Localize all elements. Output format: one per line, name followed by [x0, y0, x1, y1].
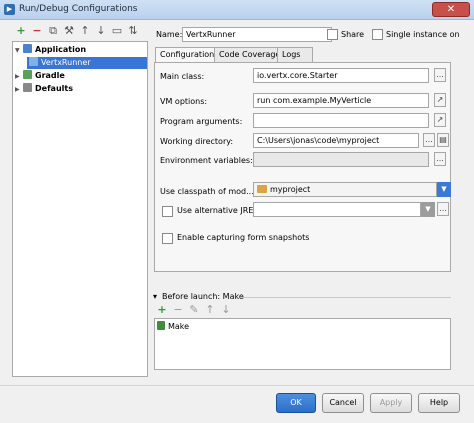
- before-launch-separator: [240, 297, 451, 298]
- close-window-button[interactable]: ✕: [432, 2, 470, 17]
- working-directory-input[interactable]: C:\Users\jonas\code\myproject: [253, 133, 419, 148]
- tab-code-coverage[interactable]: Code Coverage: [214, 47, 286, 63]
- add-config-button[interactable]: +: [14, 24, 28, 38]
- expand-icon[interactable]: ▶: [15, 84, 23, 96]
- classpath-dropdown-icon[interactable]: ▼: [437, 182, 451, 197]
- title-bar: ▶ Run/Debug Configurations: [0, 0, 474, 20]
- share-checkbox[interactable]: [327, 29, 338, 40]
- form-snapshots-checkbox[interactable]: [162, 233, 173, 244]
- tab-logs[interactable]: Logs: [277, 47, 313, 63]
- before-launch-remove-button[interactable]: −: [171, 303, 185, 317]
- make-icon: [157, 321, 165, 330]
- before-launch-title: Before launch: Make: [162, 292, 244, 301]
- run-config-icon: [29, 57, 38, 66]
- tree-item-vertxrunner[interactable]: VertxRunner: [27, 57, 147, 69]
- before-launch-toggle-icon[interactable]: ▾: [153, 291, 157, 303]
- tree-item-gradle[interactable]: ▶ Gradle: [15, 70, 65, 82]
- help-button[interactable]: Help: [418, 393, 460, 413]
- working-directory-browse-button[interactable]: ...: [423, 133, 435, 147]
- application-icon: [23, 44, 32, 53]
- before-launch-item[interactable]: Make: [157, 321, 189, 333]
- footer-separator: [0, 385, 474, 386]
- window-title: Run/Debug Configurations: [19, 4, 138, 14]
- ok-button[interactable]: OK: [276, 393, 316, 413]
- gradle-icon: [23, 70, 32, 79]
- alternative-jre-checkbox[interactable]: [162, 206, 173, 217]
- collapse-icon[interactable]: ▼: [15, 45, 23, 57]
- cancel-button[interactable]: Cancel: [322, 393, 364, 413]
- before-launch-down-button[interactable]: ↓: [219, 303, 233, 317]
- remove-config-button[interactable]: −: [30, 24, 44, 38]
- name-label: Name:: [156, 30, 183, 39]
- tree-item-defaults[interactable]: ▶ Defaults: [15, 83, 73, 95]
- share-label: Share: [341, 30, 365, 39]
- environment-variables-browse-button[interactable]: ...: [434, 152, 446, 166]
- program-arguments-label: Program arguments:: [160, 117, 243, 126]
- before-launch-list[interactable]: Make: [154, 318, 451, 370]
- classpath-module-label: Use classpath of mod...: [160, 187, 254, 196]
- working-directory-macro-button[interactable]: ▤: [437, 133, 449, 147]
- program-arguments-expand-button[interactable]: ↗: [434, 113, 446, 127]
- main-class-label: Main class:: [160, 72, 205, 81]
- folder-button[interactable]: ▭: [110, 24, 124, 38]
- single-instance-label: Single instance on: [386, 30, 460, 39]
- working-directory-label: Working directory:: [160, 137, 234, 146]
- environment-variables-label: Environment variables:: [160, 156, 253, 165]
- before-launch-edit-icon[interactable]: ✎: [187, 303, 201, 317]
- move-down-button[interactable]: ↓: [94, 24, 108, 38]
- tree-item-application[interactable]: ▼ Application: [15, 44, 86, 56]
- alternative-jre-browse-button[interactable]: ...: [437, 202, 449, 216]
- before-launch-add-button[interactable]: +: [155, 303, 169, 317]
- sort-button[interactable]: ⇅: [126, 24, 140, 38]
- vm-options-label: VM options:: [160, 97, 208, 106]
- move-up-button[interactable]: ↑: [78, 24, 92, 38]
- alternative-jre-label: Use alternative JRE:: [177, 206, 257, 215]
- main-class-browse-button[interactable]: ...: [434, 68, 446, 82]
- vm-options-input[interactable]: run com.example.MyVerticle: [253, 93, 429, 108]
- single-instance-checkbox[interactable]: [372, 29, 383, 40]
- app-icon: ▶: [4, 4, 15, 15]
- config-tree[interactable]: ▼ Application VertxRunner ▶ Gradle ▶ Defaul…: [12, 41, 148, 377]
- before-launch-up-button[interactable]: ↑: [203, 303, 217, 317]
- program-arguments-input[interactable]: [253, 113, 429, 128]
- defaults-icon: [23, 83, 32, 92]
- module-folder-icon: [257, 185, 267, 193]
- name-input[interactable]: VertxRunner: [182, 27, 332, 42]
- apply-button[interactable]: Apply: [370, 393, 412, 413]
- environment-variables-input[interactable]: [253, 152, 429, 167]
- classpath-module-select[interactable]: myproject: [253, 182, 437, 197]
- alternative-jre-select[interactable]: [253, 202, 421, 217]
- main-class-input[interactable]: io.vertx.core.Starter: [253, 68, 429, 83]
- expand-icon[interactable]: ▶: [15, 71, 23, 83]
- vm-options-expand-button[interactable]: ↗: [434, 93, 446, 107]
- alternative-jre-dropdown-icon[interactable]: ▼: [421, 202, 435, 217]
- config-tabs: Configuration Code Coverage Logs: [155, 47, 455, 64]
- form-snapshots-label: Enable capturing form snapshots: [177, 233, 310, 242]
- edit-defaults-button[interactable]: ⚒: [62, 24, 76, 38]
- copy-config-button[interactable]: ⧉: [46, 24, 60, 38]
